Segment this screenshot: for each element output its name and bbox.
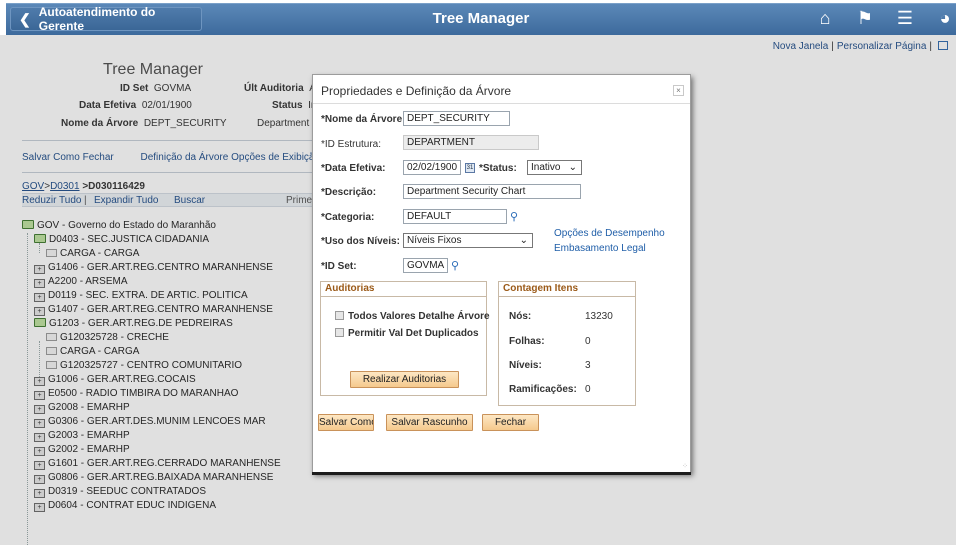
run-audits-button[interactable]: Realizar Auditorias — [350, 371, 459, 388]
nodes-value: 13230 — [585, 311, 613, 322]
effective-date-field[interactable]: 02/02/1900 — [403, 160, 461, 175]
category-field[interactable]: DEFAULT — [403, 209, 507, 224]
dialog-header: Propriedades e Definição da Árvore × — [313, 75, 690, 104]
set-id-field[interactable]: GOVMA — [403, 258, 448, 273]
allow-duplicate-checkbox-row[interactable]: Permitir Val Det Duplicados — [335, 328, 479, 339]
close-icon[interactable]: × — [673, 85, 684, 96]
calendar-icon[interactable]: 31 — [465, 163, 475, 173]
save-as-button[interactable]: Salvar Como — [318, 414, 374, 431]
legal-basis-link[interactable]: Embasamento Legal — [554, 243, 646, 254]
back-button-label: Autoatendimento do Gerente — [38, 5, 156, 33]
dialog-bottom-border — [312, 472, 691, 475]
all-detail-values-checkbox[interactable] — [335, 311, 344, 320]
tree-name-field[interactable]: DEPT_SECURITY — [403, 111, 510, 126]
leaves-value: 0 — [585, 336, 591, 347]
levels-label: Níveis: — [509, 360, 542, 371]
home-icon[interactable]: ⌂ — [814, 8, 836, 29]
menu-icon[interactable]: ☰ — [894, 8, 916, 29]
all-detail-values-label: Todos Valores Detalhe Árvore — [348, 311, 490, 322]
set-id-label: *ID Set: — [321, 261, 357, 272]
chevron-down-icon: ⌄ — [568, 162, 577, 173]
dialog-title: Propriedades e Definição da Árvore — [321, 84, 512, 98]
status-label: *Status: — [479, 163, 517, 174]
top-banner: ❮ Autoatendimento do Gerente Tree Manage… — [6, 3, 956, 35]
chevron-down-icon: ⌄ — [519, 235, 528, 246]
lookup-icon[interactable]: ⚲ — [451, 259, 463, 272]
branches-label: Ramificações: — [509, 384, 577, 395]
effective-date-label: *Data Efetiva: — [321, 163, 386, 174]
audits-group: Auditorias Todos Valores Detalhe Árvore … — [320, 281, 490, 396]
item-count-group: Contagem Itens Nós: 13230 Folhas: 0 Níve… — [498, 281, 636, 406]
navbar-icon[interactable]: ◕ — [934, 8, 956, 29]
status-select[interactable]: Inativo ⌄ — [527, 160, 582, 175]
category-label: *Categoria: — [321, 212, 375, 223]
banner-actions: ⌂ ⚑ ☰ ◕ — [814, 8, 956, 29]
item-count-header: Contagem Itens — [499, 282, 635, 297]
levels-value: 3 — [585, 360, 591, 371]
close-button[interactable]: Fechar — [482, 414, 539, 431]
levels-use-select[interactable]: Níveis Fixos ⌄ — [403, 233, 533, 248]
leaves-label: Folhas: — [509, 336, 545, 347]
resize-handle-icon[interactable]: ⁘ — [682, 462, 688, 470]
all-detail-values-checkbox-row[interactable]: Todos Valores Detalhe Árvore — [335, 311, 490, 322]
allow-duplicate-label: Permitir Val Det Duplicados — [348, 328, 479, 339]
levels-use-select-value: Níveis Fixos — [407, 235, 462, 246]
performance-options-link[interactable]: Opções de Desempenho — [554, 228, 665, 239]
flag-icon[interactable]: ⚑ — [854, 8, 876, 29]
save-draft-button[interactable]: Salvar Rascunho — [386, 414, 473, 431]
tree-name-label: *Nome da Árvore: — [321, 114, 406, 125]
description-label: *Descrição: — [321, 187, 377, 198]
branches-value: 0 — [585, 384, 591, 395]
description-field[interactable]: Department Security Chart — [403, 184, 581, 199]
chevron-left-icon: ❮ — [19, 10, 31, 27]
structure-id-field: DEPARTMENT — [403, 135, 539, 150]
tree-properties-dialog: Propriedades e Definição da Árvore × *No… — [312, 74, 691, 475]
status-select-value: Inativo — [531, 162, 561, 173]
audits-header: Auditorias — [321, 282, 486, 297]
levels-use-label: *Uso dos Níveis: — [321, 236, 400, 247]
structure-id-label: *ID Estrutura: — [321, 139, 382, 150]
back-button[interactable]: ❮ Autoatendimento do Gerente — [10, 5, 202, 33]
lookup-icon[interactable]: ⚲ — [510, 210, 522, 223]
allow-duplicate-checkbox[interactable] — [335, 328, 344, 337]
nodes-label: Nós: — [509, 311, 532, 322]
